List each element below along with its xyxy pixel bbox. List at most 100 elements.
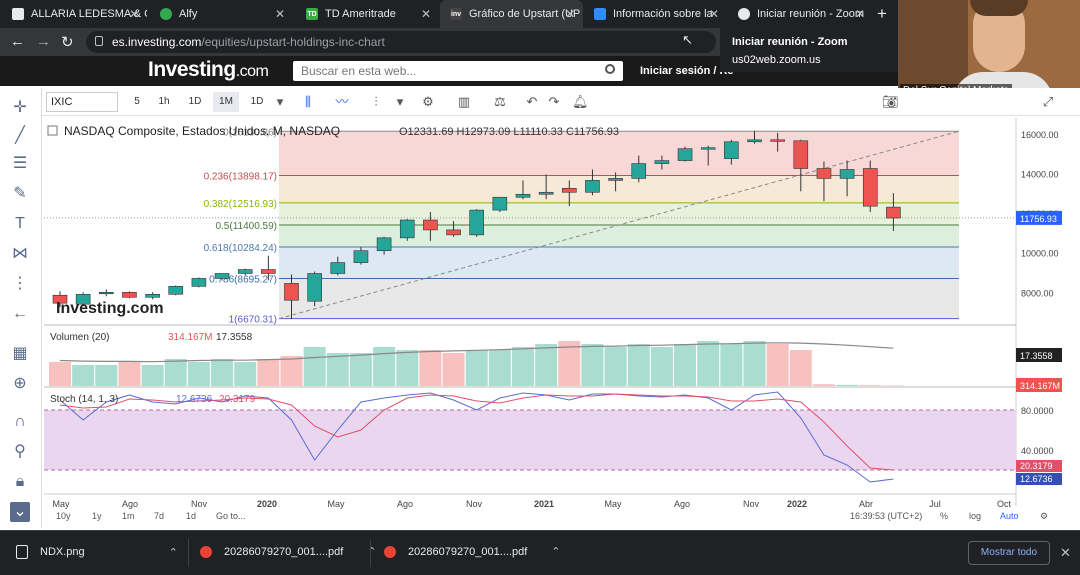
- chevron-up-icon[interactable]: ⌃: [367, 545, 376, 558]
- chart-area[interactable]: 0(16130.86) 0.236(13898.17) 0.382(12516.93…: [44, 118, 1064, 528]
- price-chart[interactable]: 0(16130.86)0.236(13898.17)0.382(12516.93…: [44, 118, 1064, 528]
- volume-bar: [581, 344, 604, 386]
- symbol-input[interactable]: IXIC: [46, 92, 118, 112]
- forward-arrow-icon[interactable]: →: [36, 33, 51, 50]
- tab-td-ameritrade[interactable]: TD TD Ameritrade ✕: [296, 0, 439, 28]
- chevron-down-icon[interactable]: ▾: [392, 94, 408, 110]
- close-icon[interactable]: ✕: [1060, 545, 1071, 561]
- tab-allaria[interactable]: ALLARIA LEDESMA & C ✕: [2, 0, 147, 28]
- volume-bar: [812, 384, 835, 386]
- close-icon[interactable]: ✕: [709, 7, 719, 21]
- candle-body: [353, 250, 369, 263]
- percent-toggle[interactable]: %: [940, 511, 948, 521]
- close-icon[interactable]: ✕: [421, 7, 431, 21]
- gear-icon[interactable]: ⚙: [1040, 511, 1048, 522]
- timeframe-10y[interactable]: 10y: [56, 511, 71, 521]
- candle-body: [538, 191, 554, 195]
- camera-icon[interactable]: 📷︎: [882, 94, 899, 110]
- compare-icon[interactable]: ⚖: [492, 94, 508, 110]
- download-item[interactable]: 20286079270_001....pdf ⌃: [384, 545, 561, 558]
- interval-1d[interactable]: 1D: [182, 92, 208, 112]
- undo-icon[interactable]: ↶: [524, 94, 540, 110]
- ohlc-readout: O12331.69 H12973.09 L11110.33 C11756.93: [399, 126, 619, 138]
- search-icon[interactable]: [605, 64, 615, 74]
- timeframe-7d[interactable]: 7d: [154, 511, 164, 521]
- new-tab-button[interactable]: +: [877, 4, 887, 24]
- magnet-icon[interactable]: ∩: [10, 412, 30, 432]
- zoom-in-icon[interactable]: ⊕: [10, 374, 30, 394]
- pattern-icon[interactable]: ⋈: [10, 244, 30, 264]
- volume-bar: [836, 384, 859, 386]
- crosshair-icon[interactable]: ✛: [10, 98, 30, 118]
- webcam-overlay: Del Sur Capital Markets: [898, 0, 1080, 98]
- tab-title: TD Ameritrade: [325, 8, 396, 20]
- measure-icon[interactable]: ▦: [10, 344, 30, 364]
- volume-bar: [859, 385, 882, 386]
- url-field[interactable]: es.investing.com/equities/upstart-holdin…: [86, 31, 716, 53]
- site-search-input[interactable]: Buscar en esta web...: [293, 61, 623, 81]
- go-to-button[interactable]: Go to...: [216, 511, 246, 521]
- tab-zoom-info[interactable]: Información sobre la ✕: [584, 0, 727, 28]
- volume-bar: [743, 341, 766, 386]
- redo-icon[interactable]: ↷: [546, 94, 562, 110]
- fib-level-label: 0.236(13898.17): [204, 171, 277, 182]
- download-item[interactable]: 20286079270_001....pdf ⌃: [200, 545, 377, 558]
- stoch-value-2: 20.3179: [219, 394, 256, 405]
- timeframe-1y[interactable]: 1y: [92, 511, 102, 521]
- volume-bar: [118, 362, 141, 386]
- reload-icon[interactable]: ↻: [61, 33, 74, 51]
- candle-body: [747, 139, 762, 143]
- close-icon[interactable]: ✕: [855, 7, 865, 21]
- file-icon: [16, 545, 28, 559]
- chevron-down-icon[interactable]: ⌄: [10, 502, 30, 522]
- text-icon[interactable]: T: [10, 214, 30, 234]
- interval-dropdown[interactable]: 1D: [244, 92, 270, 112]
- timeframe-1d[interactable]: 1d: [186, 511, 196, 521]
- tab-alfy[interactable]: Alfy ✕: [150, 0, 293, 28]
- bars-icon[interactable]: ⫶: [368, 94, 384, 110]
- timeframe-1m[interactable]: 1m: [122, 511, 135, 521]
- lock-icon[interactable]: ⚲: [10, 442, 30, 462]
- log-toggle[interactable]: log: [969, 511, 981, 521]
- chevron-up-icon[interactable]: ⌃: [551, 545, 560, 558]
- globe-icon: [738, 8, 750, 20]
- gear-icon[interactable]: ⚙: [420, 94, 436, 110]
- volume-bar: [141, 365, 164, 386]
- show-all-button[interactable]: Mostrar todo: [968, 541, 1050, 565]
- interval-1m[interactable]: 1M: [213, 92, 239, 112]
- fib-icon[interactable]: ⋮: [10, 274, 30, 294]
- candle-body: [862, 168, 878, 207]
- candle-body: [839, 169, 855, 179]
- trendline-icon[interactable]: ╱: [10, 126, 30, 146]
- volume-bar: [535, 344, 558, 386]
- horizontal-lines-icon[interactable]: ☰: [10, 154, 30, 174]
- tab-title: Alfy: [179, 8, 198, 20]
- fullscreen-icon[interactable]: ⤢: [1040, 94, 1056, 110]
- indicators-icon[interactable]: ▥: [456, 94, 472, 110]
- candle-body: [98, 292, 114, 295]
- tab-upstart-chart[interactable]: inv Gráfico de Upstart (UP ✕: [440, 0, 583, 28]
- volume-bar: [326, 353, 349, 386]
- download-item[interactable]: NDX.png ⌃: [16, 545, 178, 559]
- back-arrow-icon[interactable]: ←: [10, 33, 25, 50]
- close-icon[interactable]: ✕: [129, 7, 139, 21]
- stoch-label: Stoch (14, 1, 3): [50, 394, 118, 405]
- interval-5[interactable]: 5: [124, 92, 150, 112]
- volume-bar: [465, 350, 488, 386]
- chevron-up-icon[interactable]: ⌃: [169, 546, 178, 559]
- close-icon[interactable]: ✕: [565, 7, 575, 21]
- site-logo[interactable]: Investing.com: [148, 58, 269, 82]
- tab-zoom-meeting[interactable]: Iniciar reunión - Zoom ✕: [728, 0, 873, 28]
- brush-icon[interactable]: ✎: [10, 184, 30, 204]
- lock-drawings-icon[interactable]: 🔒︎: [10, 472, 30, 492]
- line-chart-icon[interactable]: 〰: [334, 94, 350, 110]
- downloads-bar: NDX.png ⌃ 20286079270_001....pdf ⌃ 20286…: [0, 530, 1080, 575]
- back-arrow-icon[interactable]: ←: [10, 304, 30, 324]
- candle-body: [399, 219, 415, 239]
- close-icon[interactable]: ✕: [275, 7, 285, 21]
- chevron-down-icon[interactable]: ▾: [272, 94, 288, 110]
- candles-icon[interactable]: ⫼: [300, 94, 316, 110]
- auto-toggle[interactable]: Auto: [1000, 511, 1019, 521]
- alert-icon[interactable]: 🔔︎: [572, 94, 589, 110]
- interval-1h[interactable]: 1h: [151, 92, 177, 112]
